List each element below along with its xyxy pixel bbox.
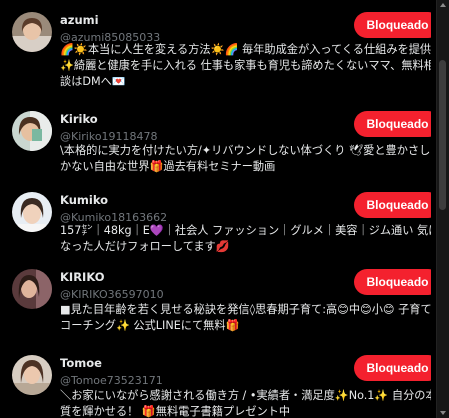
user-name[interactable]: Tomoe	[60, 356, 102, 370]
scroll-up-arrow-icon[interactable]	[440, 3, 446, 7]
user-bio: ＼お家にいながら感謝される働き方 / •実績者・満足度✨No.1✨ 自分の本質を…	[60, 389, 431, 418]
user-name[interactable]: Kumiko	[60, 193, 108, 207]
avatar[interactable]	[12, 111, 52, 151]
unblock-button[interactable]: Bloqueado	[354, 269, 431, 295]
scrollbar-thumb[interactable]	[439, 60, 446, 210]
user-handle[interactable]: @Tomoe73523171	[60, 374, 163, 387]
unblock-button[interactable]: Bloqueado	[354, 192, 431, 218]
user-bio: ■見た目年齢を若く見せる秘訣を発信◊思春期子育て:高😊中😊小😊 子育てコーチング…	[60, 303, 431, 332]
user-bio: 🌈☀️本当に人生を変える方法☀️🌈 毎年助成金が入ってくる仕組みを提供✨綺麗と健…	[60, 43, 431, 88]
user-handle[interactable]: @KIRIKO36597010	[60, 288, 164, 301]
avatar[interactable]	[12, 269, 52, 309]
unblock-button[interactable]: Bloqueado	[354, 12, 431, 38]
unblock-button[interactable]: Bloqueado	[354, 355, 431, 381]
avatar[interactable]	[12, 192, 52, 232]
scroll-down-arrow-icon[interactable]	[440, 411, 446, 415]
scrollbar[interactable]	[436, 0, 449, 418]
user-cell[interactable]: Tomoe @Tomoe73523171 Bloqueado ＼お家にいながら感…	[0, 343, 431, 418]
avatar[interactable]	[12, 12, 52, 52]
user-name[interactable]: Kiriko	[60, 112, 98, 126]
user-name[interactable]: azumi	[60, 13, 99, 27]
unblock-button[interactable]: Bloqueado	[354, 111, 431, 137]
user-handle[interactable]: @Kiriko19118478	[60, 130, 158, 143]
user-cell[interactable]: Kumiko @Kumiko18163662 Bloqueado 157㌢｜48…	[0, 180, 431, 260]
avatar[interactable]	[12, 355, 52, 395]
blocked-users-list: azumi @azumi85085033 Bloqueado 🌈☀️本当に人生を…	[0, 0, 431, 418]
user-name[interactable]: KIRIKO	[60, 270, 105, 284]
user-cell[interactable]: KIRIKO @KIRIKO36597010 Bloqueado ■見た目年齢を…	[0, 257, 431, 337]
user-cell[interactable]: Kiriko @Kiriko19118478 Bloqueado \本格的に実力…	[0, 99, 431, 179]
user-bio: \本格的に実力を付けたい方/✦リバウンドしない体づくり 🕊愛と豊かさしかない自由…	[60, 144, 431, 173]
user-bio: 157㌢｜48kg｜E💜｜社会人 ファッション｜グルメ｜美容｜ジム通い 気になっ…	[60, 224, 431, 253]
user-cell[interactable]: azumi @azumi85085033 Bloqueado 🌈☀️本当に人生を…	[0, 0, 431, 88]
